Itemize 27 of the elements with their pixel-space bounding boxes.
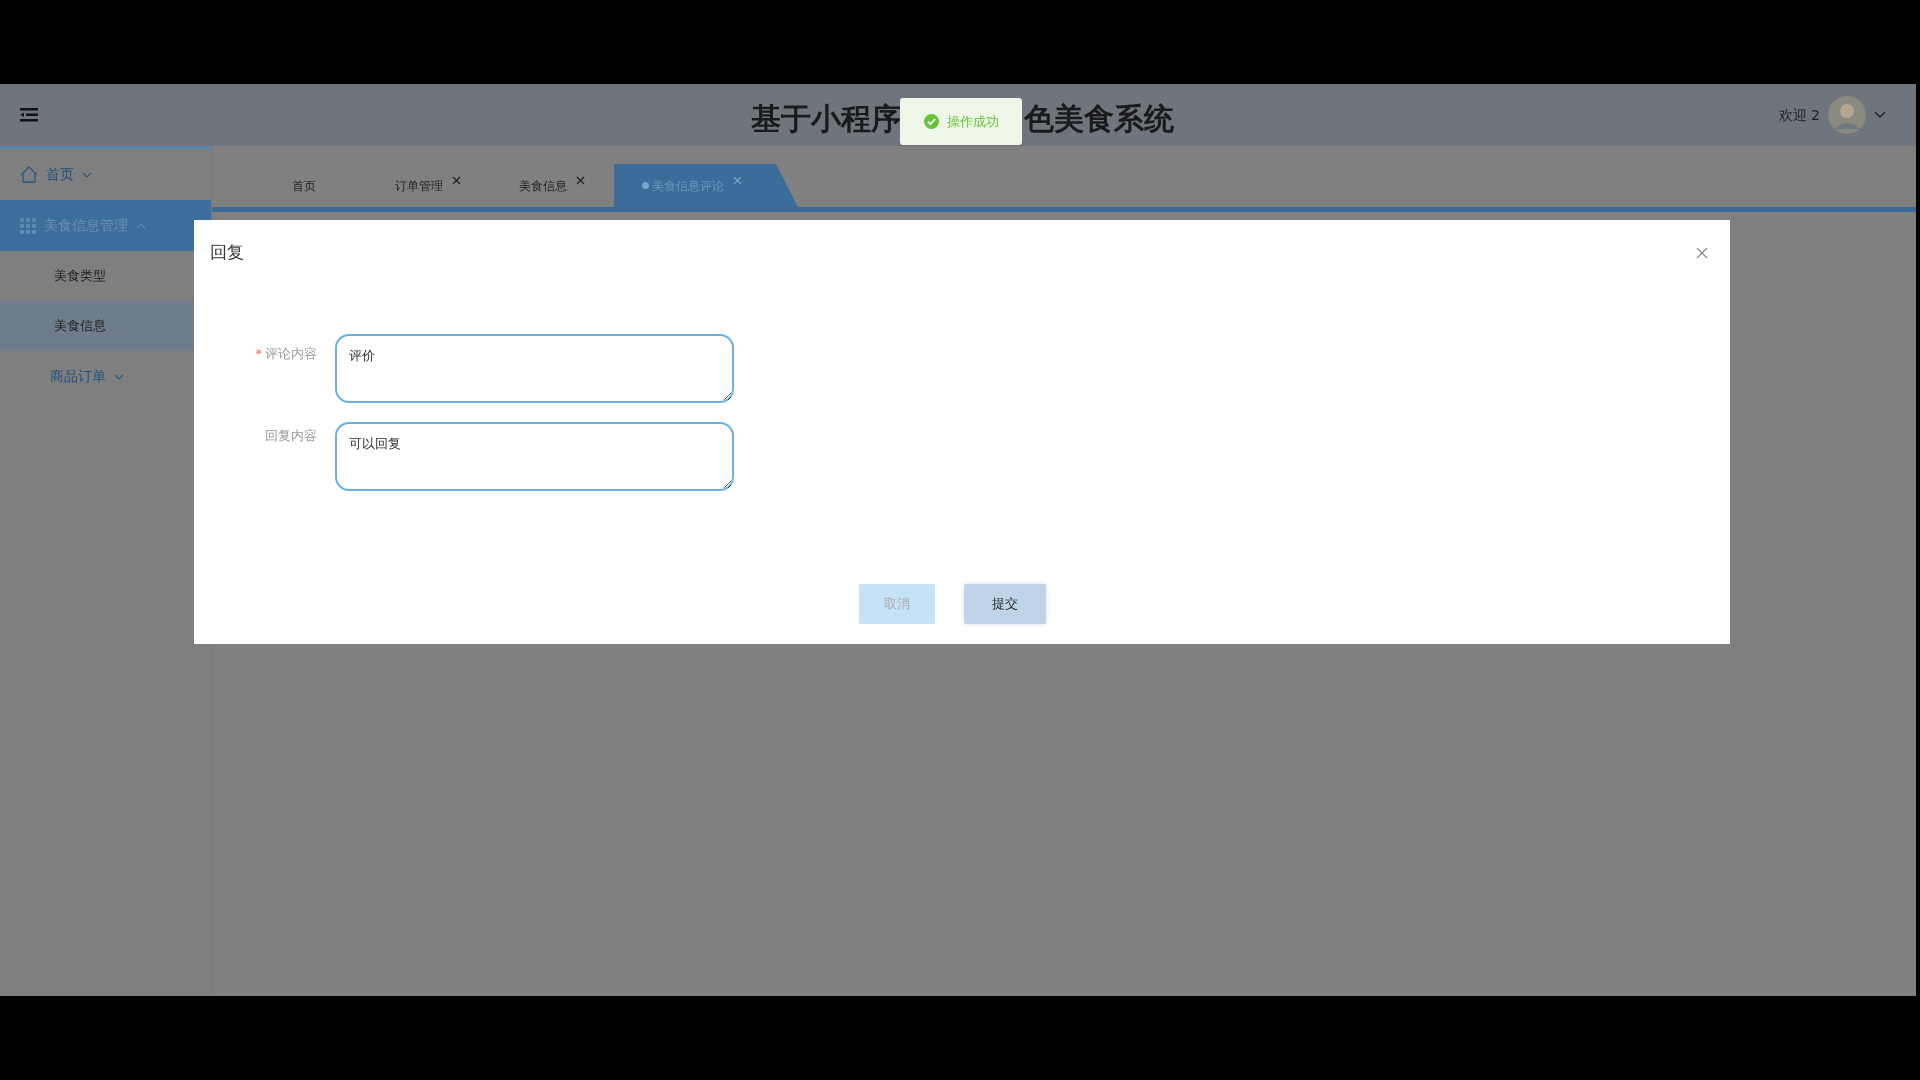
text-area[interactable]: 可以回复 bbox=[335, 421, 734, 491]
field-label: 回复内容 bbox=[264, 426, 318, 445]
field-label: * 评论内容 bbox=[254, 344, 318, 363]
menu-icon[interactable] bbox=[20, 108, 38, 122]
tab[interactable]: 订单管理 bbox=[366, 164, 490, 207]
tab[interactable]: 首页 bbox=[242, 164, 366, 207]
chevron-down-icon bbox=[114, 373, 124, 380]
close-icon[interactable] bbox=[452, 176, 461, 185]
close-icon[interactable] bbox=[576, 176, 585, 185]
toast-message: 操作成功 bbox=[946, 112, 999, 131]
dialog-title: 回复 bbox=[210, 241, 244, 264]
chevron-down-icon bbox=[1874, 111, 1886, 119]
grid-icon bbox=[20, 217, 36, 234]
page-title: 基于小程序 bbox=[751, 100, 901, 138]
close-icon[interactable] bbox=[1696, 246, 1708, 259]
sidebar-item[interactable]: 商品订单 bbox=[0, 351, 211, 402]
dot-icon bbox=[642, 182, 649, 189]
tab[interactable]: 美食信息 bbox=[490, 164, 614, 207]
chevron-down-icon bbox=[82, 171, 92, 178]
sidebar-item[interactable]: 首页 bbox=[0, 149, 211, 200]
page-title: 色美食系统 bbox=[1024, 100, 1174, 138]
success-icon bbox=[923, 114, 939, 129]
submit-button[interactable]: 提交 bbox=[964, 583, 1046, 624]
user-greeting: 欢迎 2 bbox=[1778, 105, 1820, 125]
home-icon bbox=[20, 166, 38, 183]
chevron-up-icon bbox=[136, 222, 146, 229]
text-area[interactable]: 评价 bbox=[335, 333, 734, 403]
